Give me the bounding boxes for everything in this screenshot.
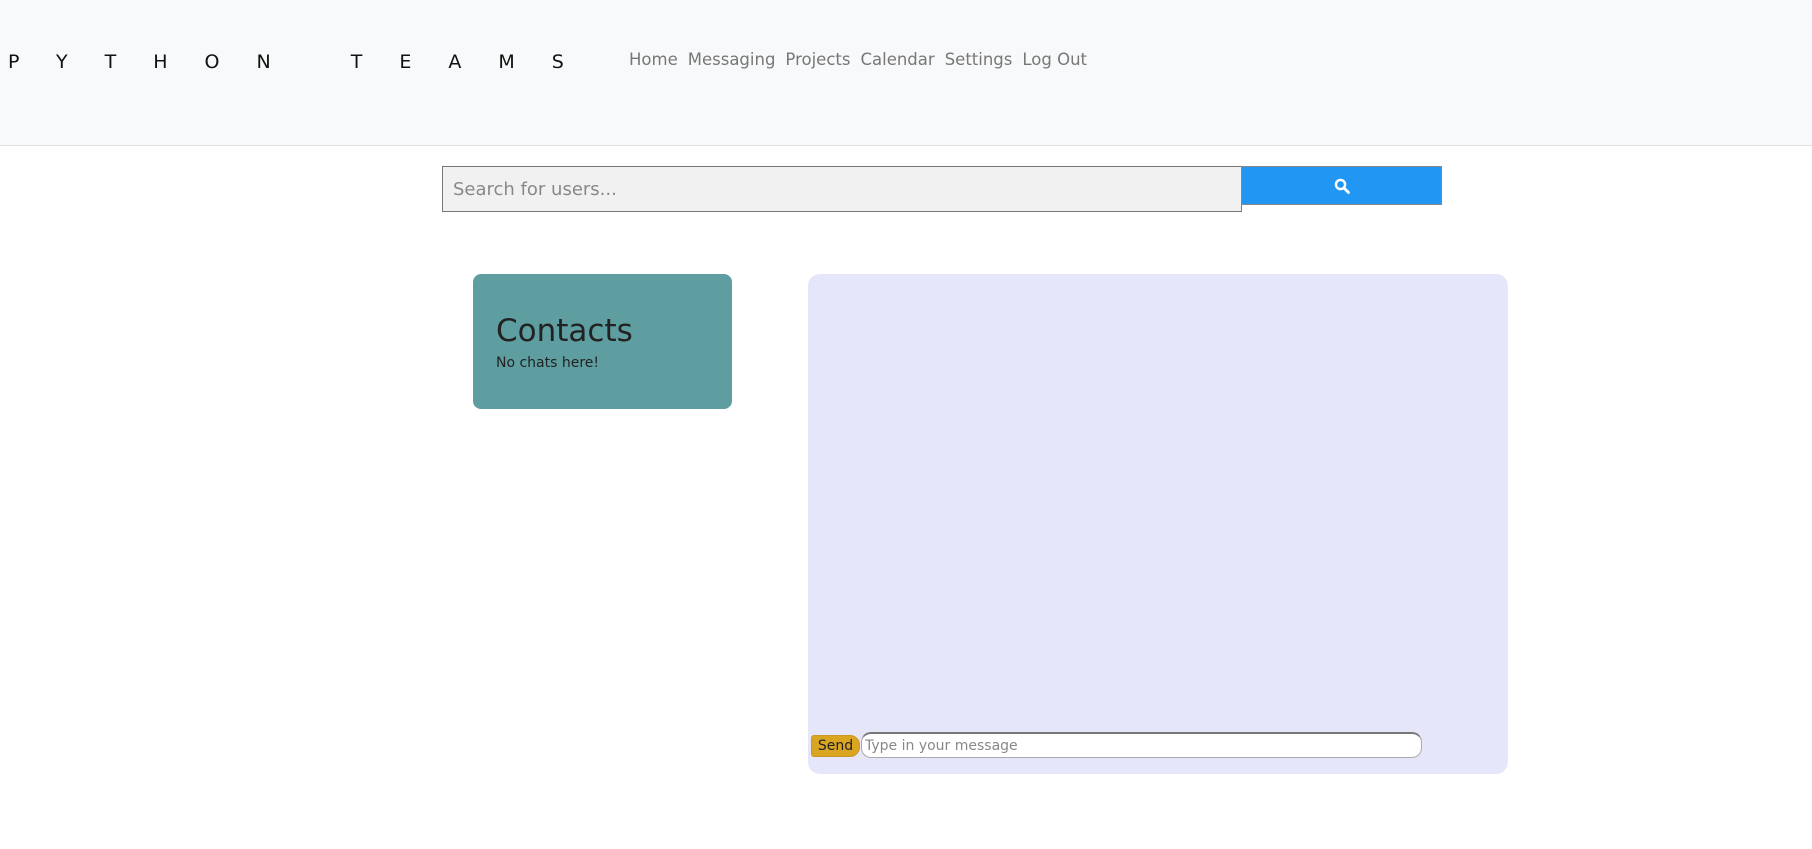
nav-links: Home Messaging Projects Calendar Setting… (629, 50, 1097, 69)
nav-link-projects[interactable]: Projects (785, 50, 850, 69)
user-search-input[interactable] (442, 166, 1242, 212)
nav-link-calendar[interactable]: Calendar (860, 50, 934, 69)
contacts-panel: Contacts No chats here! (473, 274, 732, 409)
message-input[interactable] (861, 732, 1422, 758)
contacts-title: Contacts (496, 313, 633, 349)
top-navbar: PYTHON TEAMS Home Messaging Projects Cal… (0, 0, 1812, 146)
nav-link-home[interactable]: Home (629, 50, 678, 69)
nav-link-logout[interactable]: Log Out (1022, 50, 1087, 69)
nav-link-messaging[interactable]: Messaging (688, 50, 776, 69)
send-button[interactable]: Send (811, 735, 860, 757)
chat-panel: Send (808, 274, 1508, 774)
brand-logo[interactable]: PYTHON TEAMS (8, 51, 601, 73)
search-button[interactable] (1241, 166, 1442, 205)
search-icon (1334, 178, 1350, 194)
nav-link-settings[interactable]: Settings (945, 50, 1013, 69)
contacts-empty-text: No chats here! (496, 355, 600, 371)
